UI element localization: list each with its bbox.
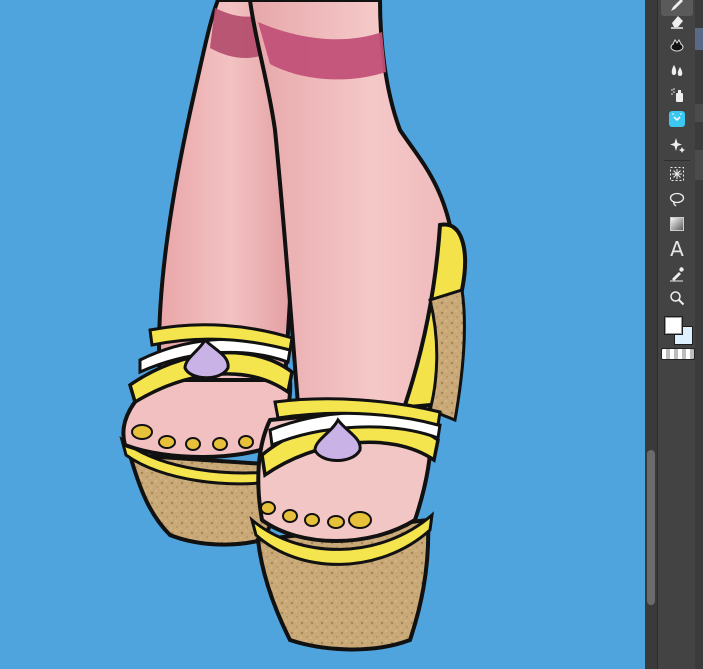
- vertical-scrollbar[interactable]: [645, 0, 657, 669]
- fill-tool-button[interactable]: [661, 108, 693, 130]
- lasso-icon: [669, 192, 685, 207]
- text-tool-button[interactable]: A: [661, 237, 693, 261]
- main-color-swatch[interactable]: [664, 316, 683, 335]
- eraser-tool-button[interactable]: [661, 10, 693, 32]
- tool-palette: A: [657, 0, 696, 669]
- panel-edge-block: [695, 150, 703, 180]
- artwork-feet-sandals: [119, 0, 467, 652]
- eyedropper-tool-button[interactable]: [661, 263, 693, 285]
- gradient-tool-button[interactable]: [661, 213, 693, 235]
- panel-edge-block: [695, 104, 703, 122]
- gradient-icon: [670, 217, 684, 231]
- adjacent-panel-edge: [695, 0, 703, 669]
- fill-icon: [669, 111, 685, 127]
- scrollbar-thumb[interactable]: [647, 450, 655, 605]
- paint-application: A: [0, 0, 703, 669]
- zoom-tool-button[interactable]: [661, 287, 693, 309]
- decoration-tool-button[interactable]: [661, 34, 693, 56]
- blend-icon: [671, 65, 683, 76]
- sparkle-icon: [670, 138, 685, 153]
- blend-tool-button[interactable]: [661, 59, 693, 81]
- magnifier-icon: [670, 291, 685, 306]
- decoration-icon: [670, 39, 684, 52]
- panel-edge-block: [695, 28, 703, 50]
- lasso-tool-button[interactable]: [661, 188, 693, 210]
- text-tool-icon: A: [670, 237, 684, 261]
- drawing-canvas[interactable]: [0, 0, 645, 669]
- eyedropper-icon: [670, 267, 684, 282]
- airbrush-icon: [671, 88, 683, 102]
- figure-tool-button[interactable]: [661, 134, 693, 156]
- eraser-icon: [671, 16, 683, 29]
- airbrush-tool-button[interactable]: [661, 84, 693, 106]
- selection-tool-button[interactable]: [661, 163, 693, 185]
- color-swatches[interactable]: [662, 314, 693, 345]
- auto-select-icon: [670, 167, 684, 181]
- transparent-color-swatch[interactable]: [661, 348, 695, 360]
